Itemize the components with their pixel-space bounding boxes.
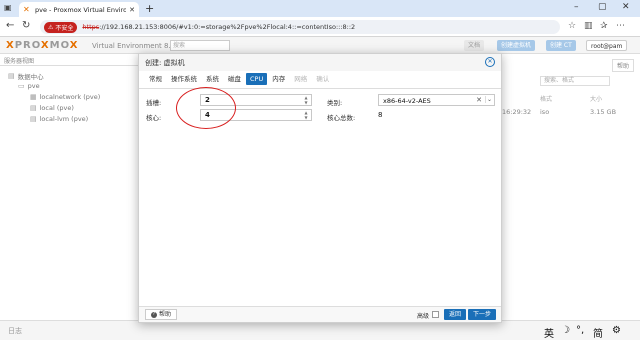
tree-item-local-storage[interactable]: ▤ local (pve) xyxy=(30,104,74,112)
search-input[interactable]: 搜索 xyxy=(170,40,230,51)
create-ct-button[interactable]: 创建 CT xyxy=(546,40,576,51)
tree-item-node[interactable]: ▭ pve xyxy=(18,82,40,90)
tree-item-lvm-storage[interactable]: ▤ local-lvm (pve) xyxy=(30,115,88,123)
dialog-title: 创建: 虚拟机 xyxy=(145,59,185,67)
tree-item-datacenter[interactable]: ▤ 数据中心 xyxy=(8,71,44,81)
version-label: Virtual Environment 8.4.0 xyxy=(92,42,182,50)
create-vm-button[interactable]: 创建虚拟机 xyxy=(497,40,536,51)
cpu-form: 插槽: 2 ▲ ▼ 核心: 4 ▲ ▼ 类别: x86-64-v2-AES ✕ ⌄ … xyxy=(139,87,501,308)
content-filter-input[interactable]: 搜索、格式 xyxy=(540,76,610,86)
tab-disks[interactable]: 磁盘 xyxy=(224,73,245,85)
ime-language-icon[interactable]: 英 xyxy=(544,325,554,340)
tab-title: pve - Proxmox Virtual Environment xyxy=(35,5,127,14)
help-icon: ? xyxy=(151,311,157,318)
insecure-badge[interactable]: ⚠ 不安全 xyxy=(44,21,78,33)
url-scheme: https xyxy=(82,23,100,31)
tab-general[interactable]: 常规 xyxy=(145,73,166,85)
resource-tree-panel: 服务器视图 ▤ 数据中心 ▭ pve ▦ localnetwork (pve) ▤ lo… xyxy=(0,54,145,320)
clear-icon[interactable]: ✕ xyxy=(476,96,482,104)
total-cores-value: 8 xyxy=(378,111,383,119)
new-tab-icon[interactable]: + xyxy=(145,2,154,15)
ime-punctuation-icon[interactable]: °, xyxy=(576,325,584,336)
advanced-label: 高级 xyxy=(416,313,429,320)
cpu-type-select[interactable]: x86-64-v2-AES ✕ ⌄ xyxy=(378,94,495,106)
address-bar-row: ← ↻ ⚠ 不安全 https://192.168.21.153:8006/#v… xyxy=(0,17,640,37)
content-help-button[interactable]: 帮助 xyxy=(611,59,634,72)
network-icon: ▦ xyxy=(30,93,37,101)
ime-settings-icon[interactable]: ⚙ xyxy=(612,325,621,336)
column-size[interactable]: 大小 xyxy=(590,94,602,103)
favorite-star-icon[interactable]: ☆ xyxy=(568,21,576,31)
cpu-type-value: x86-64-v2-AES xyxy=(383,97,431,105)
advanced-checkbox[interactable] xyxy=(432,311,439,318)
ime-moon-icon[interactable]: ☽ xyxy=(561,325,570,336)
log-label[interactable]: 日志 xyxy=(8,326,22,336)
close-tab-icon[interactable]: ✕ xyxy=(129,6,135,14)
cpu-type-label: 类别: xyxy=(327,99,343,107)
user-menu-button[interactable]: root@pam xyxy=(586,40,628,51)
wizard-tabs: 常规 操作系统 系统 磁盘 CPU 内存 网络 确认 xyxy=(145,73,334,85)
split-screen-icon[interactable]: ▥ xyxy=(584,21,593,31)
sockets-label: 插槽: xyxy=(146,99,162,107)
help-button[interactable]: ? 帮助 xyxy=(145,309,178,320)
dialog-header[interactable]: 创建: 虚拟机 ✕ xyxy=(139,54,501,71)
tab-confirm: 确认 xyxy=(316,75,330,83)
tab-system[interactable]: 系统 xyxy=(202,73,223,85)
close-window-icon[interactable]: ✕ xyxy=(622,2,630,12)
pve-header: XPROXMOX Virtual Environment 8.4.0 搜索 文档… xyxy=(0,37,640,54)
tab-memory[interactable]: 内存 xyxy=(268,73,289,85)
cores-label: 核心: xyxy=(146,114,162,122)
row-size: 3.15 GB xyxy=(590,108,617,116)
back-icon[interactable]: ← xyxy=(6,20,14,32)
row-format: iso xyxy=(540,108,550,116)
tab-actions-icon[interactable]: ▣ xyxy=(4,3,14,13)
url-rest: ://192.168.21.153:8006/#v1:0:=storage%2F… xyxy=(99,23,356,31)
log-panel: 日志 英 ☽ °, 简 ⚙ xyxy=(0,320,640,340)
favorites-icon[interactable]: ✰ xyxy=(600,21,608,31)
tree-item-network[interactable]: ▦ localnetwork (pve) xyxy=(30,93,100,101)
create-vm-dialog: 创建: 虚拟机 ✕ 常规 操作系统 系统 磁盘 CPU 内存 网络 确认 插槽:… xyxy=(138,53,502,323)
next-button[interactable]: 下一步 xyxy=(467,309,496,320)
chevron-down-icon[interactable]: ⌄ xyxy=(484,96,492,103)
ime-mode-icon[interactable]: 简 xyxy=(593,325,603,340)
close-icon[interactable]: ✕ xyxy=(485,57,495,67)
row-date: 16:29:32 xyxy=(502,108,532,116)
column-format[interactable]: 格式 xyxy=(540,94,552,103)
insecure-label: 不安全 xyxy=(55,24,74,32)
warning-icon: ⚠ xyxy=(48,23,54,31)
view-selector[interactable]: 服务器视图 xyxy=(0,54,144,66)
total-cores-label: 核心总数: xyxy=(327,114,356,122)
spinner-arrows-icon[interactable]: ▲ ▼ xyxy=(303,95,309,105)
storage-icon: ▤ xyxy=(30,115,37,123)
reload-icon[interactable]: ↻ xyxy=(22,20,30,32)
browser-tab[interactable]: ✕ pve - Proxmox Virtual Environment ✕ xyxy=(19,2,139,17)
server-icon: ▭ xyxy=(18,82,25,90)
datacenter-icon: ▤ xyxy=(8,72,15,80)
back-button[interactable]: 返回 xyxy=(443,309,466,320)
browser-tab-bar: ▣ ✕ pve - Proxmox Virtual Environment ✕ … xyxy=(0,0,640,17)
url-field[interactable]: ⚠ 不安全 https://192.168.21.153:8006/#v1:0:… xyxy=(40,20,560,34)
dialog-footer: ? 帮助 高级 返回 下一步 xyxy=(139,306,501,322)
maximize-icon[interactable]: ▢ xyxy=(598,2,607,12)
minimize-icon[interactable]: – xyxy=(574,2,579,12)
storage-icon: ▤ xyxy=(30,104,37,112)
url-text: https://192.168.21.153:8006/#v1:0:=stora… xyxy=(82,23,355,31)
proxmox-favicon-icon: ✕ xyxy=(23,4,30,14)
red-annotation-circle xyxy=(176,87,236,129)
spinner-arrows-icon[interactable]: ▲ ▼ xyxy=(303,110,309,120)
proxmox-logo: XPROXMOX xyxy=(6,40,79,51)
tab-cpu[interactable]: CPU xyxy=(246,73,268,85)
browser-menu-icon[interactable]: ⋯ xyxy=(616,21,625,31)
docs-button[interactable]: 文档 xyxy=(464,40,485,51)
tab-os[interactable]: 操作系统 xyxy=(167,73,201,85)
tab-network: 网络 xyxy=(294,75,308,83)
